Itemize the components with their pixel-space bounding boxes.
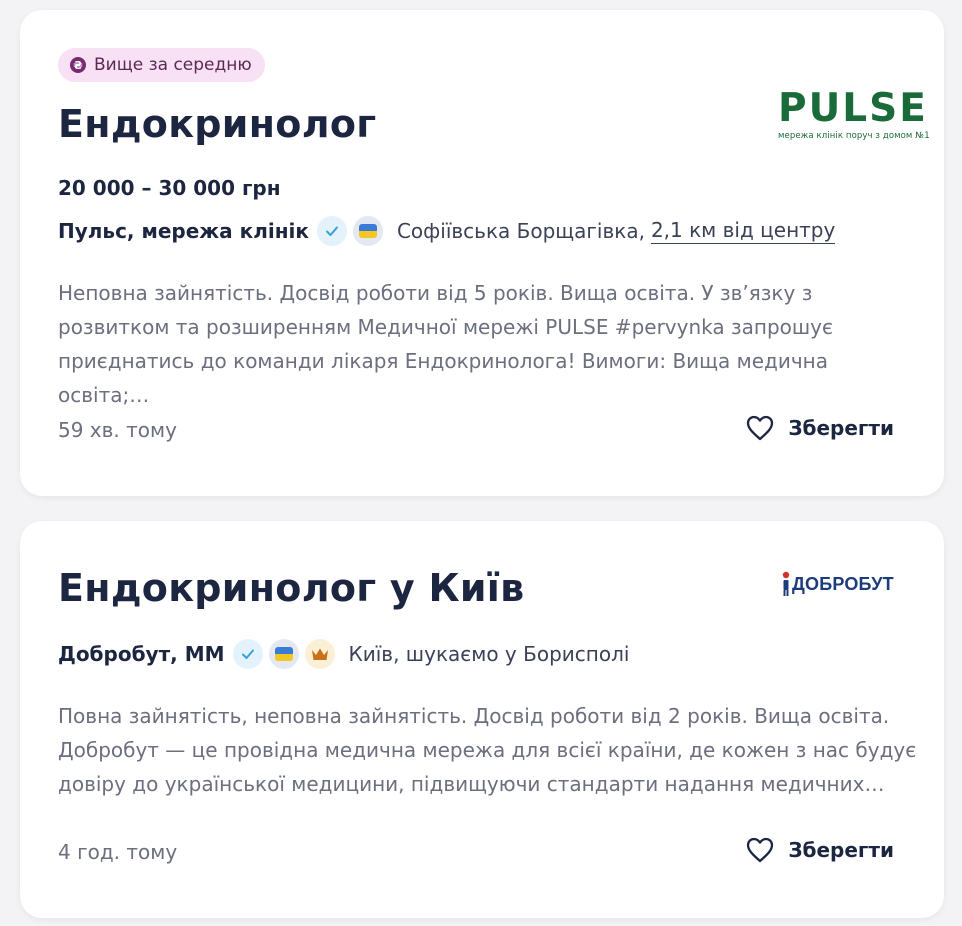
company-name[interactable]: Пульс, мережа клінік bbox=[58, 219, 309, 243]
posted-time: 59 хв. тому bbox=[58, 418, 177, 442]
company-name[interactable]: Добробут, ММ bbox=[58, 642, 225, 666]
logo-tagline: мережа клінік поруч з домом №1 bbox=[778, 131, 930, 141]
crown-icon bbox=[304, 639, 335, 669]
vacancy-title[interactable]: Ендокринолог у Київ bbox=[58, 566, 524, 610]
vacancy-description: Повна зайнятість, неповна зайнятість. До… bbox=[58, 704, 917, 796]
posted-time: 4 год. тому bbox=[58, 840, 178, 864]
save-label: Зберегти bbox=[788, 416, 894, 440]
vacancy-card[interactable]: ₴ Вище за середню Ендокринолог PULSE мер… bbox=[20, 10, 944, 496]
salary-badge: ₴ Вище за середню bbox=[58, 48, 265, 82]
save-button[interactable]: Зберегти bbox=[746, 837, 894, 863]
hryvnia-icon: ₴ bbox=[70, 57, 86, 73]
company-logo[interactable]: ДОБРОБУТ bbox=[780, 571, 894, 597]
badge-label: Вище за середню bbox=[94, 55, 252, 75]
save-button[interactable]: Зберегти bbox=[746, 415, 894, 441]
vacancy-description: Неповна зайнятість. Досвід роботи від 5 … bbox=[58, 281, 833, 407]
location: Софіївська Борщагівка, bbox=[396, 219, 645, 243]
dobrobut-figure-icon bbox=[782, 571, 790, 596]
logo-wordmark: ДОБРОБУТ bbox=[792, 573, 894, 594]
company-row: Пульс, мережа клінік Софіївська Борщагів… bbox=[58, 214, 836, 248]
distance-link[interactable]: 2,1 км від центру bbox=[650, 218, 836, 244]
heart-icon bbox=[747, 837, 774, 863]
salary-range: 20 000 – 30 000 грн bbox=[58, 176, 281, 200]
heart-icon bbox=[747, 415, 774, 441]
verified-icon bbox=[316, 216, 347, 246]
vacancy-title[interactable]: Ендокринолог bbox=[58, 102, 376, 146]
ukraine-flag-icon bbox=[268, 639, 299, 669]
company-logo[interactable]: PULSE мережа клінік поруч з домом №1 bbox=[778, 86, 930, 141]
save-label: Зберегти bbox=[788, 838, 894, 862]
vacancy-card[interactable]: Ендокринолог у Київ ДОБРОБУТ Добробут, М… bbox=[20, 521, 944, 918]
location: Київ, шукаємо у Борисполі bbox=[348, 642, 630, 666]
verified-icon bbox=[232, 639, 263, 669]
ukraine-flag-icon bbox=[352, 216, 383, 246]
company-row: Добробут, ММ Київ, шукаємо у Борисполі bbox=[58, 637, 629, 671]
logo-wordmark: PULSE bbox=[778, 86, 928, 131]
